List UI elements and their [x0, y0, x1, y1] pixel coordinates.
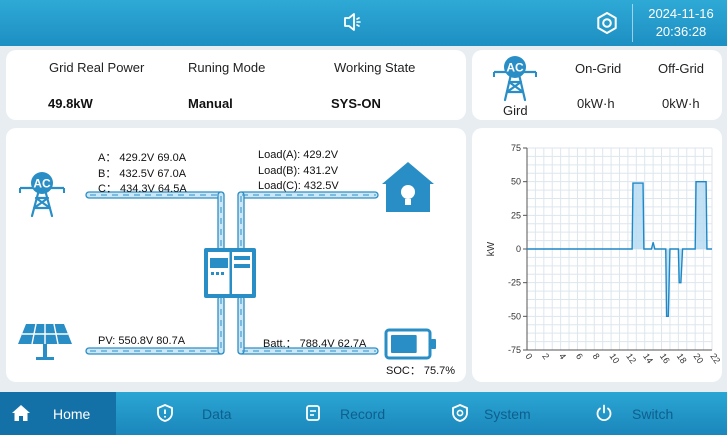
off-grid-value: 0kW·h: [662, 96, 700, 111]
on-grid-label: On-Grid: [575, 61, 622, 76]
nav-system[interactable]: System: [448, 392, 568, 435]
nav-switch[interactable]: Switch: [592, 392, 712, 435]
phase-b-reading: B： 432.5V 67.0A: [98, 168, 187, 180]
off-grid-label: Off-Grid: [658, 61, 704, 76]
shield-icon: [157, 404, 173, 422]
header-divider: [632, 4, 633, 42]
chart-y-tick-label: 50: [511, 177, 521, 187]
grid-tower-text: AC: [33, 177, 51, 191]
chart-y-axis-label: kW: [486, 241, 497, 256]
chart-x-tick-label: 14: [641, 351, 655, 365]
grid-icon-text: AC: [506, 61, 524, 75]
chart-x-tick-label: 0: [523, 351, 534, 361]
home-icon: [12, 405, 30, 421]
top-bar: 2024-11-16 20:36:28: [0, 0, 727, 46]
battery-reading: Batt.： 788.4V 62.7A: [263, 338, 367, 350]
nav-home-label: Home: [53, 406, 91, 422]
solar-panel-icon: [18, 323, 72, 360]
grid-power-value: 49.8kW: [48, 96, 93, 111]
summary-card: Grid Real Power 49.8kW Runing Mode Manua…: [6, 50, 466, 120]
grid-energy-card: AC Gird On-Grid 0kW·h Off-Grid 0kW·h: [472, 50, 722, 120]
grid-power-label: Grid Real Power: [49, 60, 145, 75]
soc-reading: SOC： 75.7%: [386, 365, 456, 377]
chart-x-tick-label: 8: [591, 351, 602, 361]
working-state-value: SYS-ON: [331, 96, 381, 111]
nav-data[interactable]: Data: [150, 392, 260, 435]
power-chart-card: 75 50 25 0 -25 -50 -75 0 2 4 6 8 10 12 14 16 18 20 22 kW: [472, 128, 722, 382]
chart-y-tick-label: -50: [508, 311, 521, 321]
date-display: 2024-11-16: [648, 6, 714, 21]
pv-reading: PV: 550.8V 80.7A: [98, 335, 186, 347]
speaker-icon[interactable]: [342, 10, 366, 34]
nav-switch-label: Switch: [632, 406, 674, 422]
chart-x-tick-label: 20: [692, 351, 706, 365]
working-state-label: Working State: [334, 60, 416, 75]
system-gear-icon: [452, 404, 468, 422]
chart-y-tick-label: 75: [511, 143, 521, 153]
power-icon: [596, 404, 612, 422]
battery-icon: [384, 328, 436, 360]
power-flow-diagram: AC: [18, 162, 436, 360]
running-mode-value: Manual: [188, 96, 233, 111]
power-flow-card: AC A： 429.2V 69.0A B： 432.5V 67.0A C： 43…: [6, 128, 466, 382]
chart-x-tick-label: 10: [607, 351, 621, 365]
grid-icon-label: Gird: [503, 103, 528, 118]
chart-x-tick-label: 18: [675, 351, 689, 365]
nav-data-label: Data: [202, 406, 232, 422]
chart-y-tick-label: -75: [508, 345, 521, 355]
chart-y-tick-label: -25: [508, 278, 521, 288]
phase-a-reading: A： 429.2V 69.0A: [98, 152, 187, 164]
nav-home[interactable]: Home: [0, 392, 116, 435]
grid-tower-icon: AC: [19, 172, 65, 218]
load-b-reading: Load(B): 431.2V: [258, 165, 339, 177]
chart-x-tick-label: 4: [557, 351, 568, 361]
power-chart: 7550250-25-50-750 2 4 6 8 10 12 14 16 18 20 22kW: [486, 143, 722, 365]
on-grid-value: 0kW·h: [577, 96, 615, 111]
grid-tower-icon: AC: [493, 56, 537, 102]
nav-record-label: Record: [340, 406, 386, 422]
nav-system-label: System: [484, 406, 531, 422]
chart-y-tick-label: 25: [511, 210, 521, 220]
chart-x-tick-label: 6: [574, 351, 585, 361]
load-a-reading: Load(A): 429.2V: [258, 149, 339, 161]
gear-icon[interactable]: [594, 10, 620, 36]
house-icon: [382, 162, 434, 212]
document-icon: [306, 405, 320, 421]
chart-x-tick-label: 2: [540, 351, 551, 361]
inverter-icon: [204, 248, 256, 298]
nav-record[interactable]: Record: [298, 392, 408, 435]
phase-c-reading: C： 434.3V 64.5A: [98, 183, 187, 195]
chart-y-tick-label: 0: [516, 244, 521, 254]
bottom-nav: Home Data Record System Switch: [0, 392, 727, 435]
time-display: 20:36:28: [655, 24, 707, 39]
chart-x-tick-label: 16: [658, 351, 672, 365]
chart-x-tick-label: 22: [708, 351, 722, 365]
chart-x-tick-label: 12: [624, 351, 638, 365]
running-mode-label: Runing Mode: [188, 60, 266, 75]
load-c-reading: Load(C): 432.5V: [258, 180, 339, 192]
